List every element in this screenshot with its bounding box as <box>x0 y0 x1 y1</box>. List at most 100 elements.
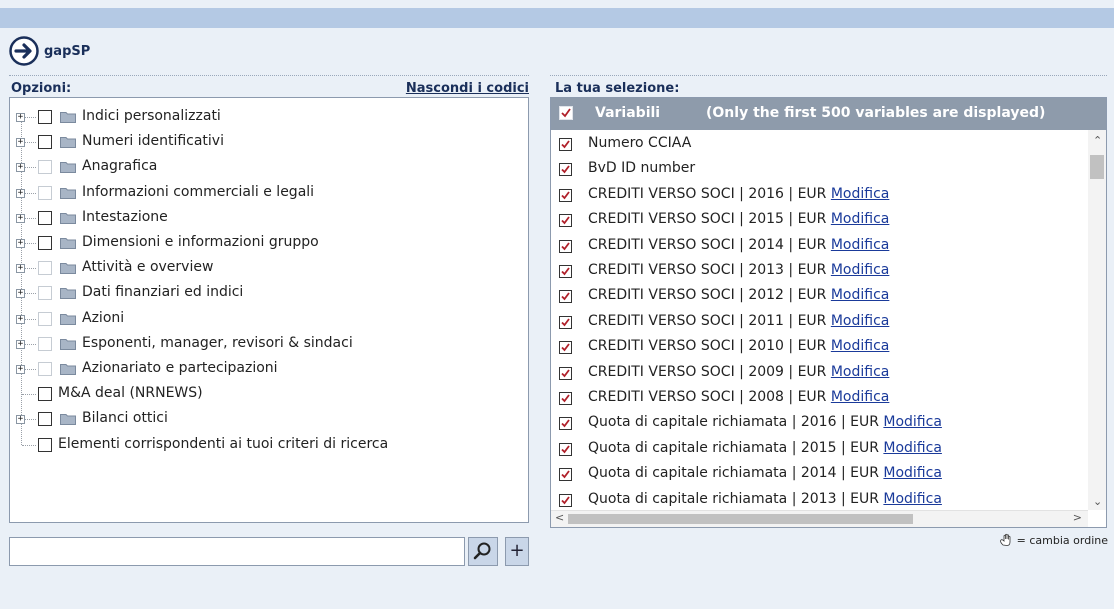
expand-icon[interactable]: + <box>16 365 25 374</box>
variable-checkbox[interactable] <box>559 392 572 405</box>
variable-row[interactable]: CREDITI VERSO SOCI | 2010 | EUR Modifica <box>551 335 1086 360</box>
tree-item[interactable]: Elementi corrispondenti ai tuoi criteri … <box>10 434 528 456</box>
expand-icon[interactable]: + <box>16 314 25 324</box>
vertical-scrollbar[interactable]: ⌃ ⌄ <box>1088 130 1106 510</box>
select-all-checkbox[interactable] <box>559 106 573 120</box>
edit-link[interactable]: Modifica <box>831 287 890 303</box>
scroll-left-icon[interactable]: < <box>555 511 564 524</box>
variable-row[interactable]: Quota di capitale richiamata | 2014 | EU… <box>551 462 1086 487</box>
edit-link[interactable]: Modifica <box>883 491 942 507</box>
edit-link[interactable]: Modifica <box>831 262 890 278</box>
scroll-thumb-horizontal[interactable] <box>568 514 913 524</box>
edit-link[interactable]: Modifica <box>831 389 890 405</box>
variable-text: CREDITI VERSO SOCI | 2013 | EUR <box>588 262 827 278</box>
variable-checkbox[interactable] <box>559 442 572 456</box>
variable-row[interactable]: CREDITI VERSO SOCI | 2011 | EUR Modifica <box>551 310 1086 335</box>
scroll-thumb-vertical[interactable] <box>1090 155 1104 179</box>
variable-label: CREDITI VERSO SOCI | 2016 | EUR Modifica <box>588 186 889 202</box>
variable-checkbox[interactable] <box>559 188 572 202</box>
tree-item[interactable]: + Dimensioni e informazioni gruppo <box>10 232 528 254</box>
variable-row[interactable]: BvD ID number <box>551 157 1086 182</box>
edit-link[interactable]: Modifica <box>831 338 890 354</box>
expand-icon[interactable]: + <box>16 138 25 148</box>
expand-icon[interactable]: + <box>16 289 25 299</box>
variable-checkbox[interactable] <box>559 163 572 177</box>
search-box[interactable] <box>9 537 465 566</box>
variable-checkbox[interactable] <box>559 493 572 507</box>
variable-row[interactable]: CREDITI VERSO SOCI | 2014 | EUR Modifica <box>551 234 1086 259</box>
variable-row[interactable]: CREDITI VERSO SOCI | 2008 | EUR Modifica <box>551 386 1086 411</box>
variable-checkbox[interactable] <box>559 138 572 151</box>
edit-link[interactable]: Modifica <box>883 414 942 430</box>
expand-icon[interactable]: + <box>16 188 25 198</box>
scroll-down-icon[interactable]: ⌄ <box>1093 495 1102 508</box>
variable-label: Quota di capitale richiamata | 2015 | EU… <box>588 440 942 456</box>
options-title: Opzioni: <box>11 81 72 96</box>
tree-item[interactable]: + Numeri identificativi <box>10 131 528 153</box>
tree-item[interactable]: + Informazioni commerciali e legali <box>10 182 528 204</box>
tree-item[interactable]: + Intestazione <box>10 207 528 229</box>
variable-row[interactable]: CREDITI VERSO SOCI | 2015 | EUR Modifica <box>551 208 1086 233</box>
tree-item-checkbox[interactable] <box>38 210 52 225</box>
tree-item-checkbox[interactable] <box>38 387 52 402</box>
hide-codes-link[interactable]: Nascondi i codici <box>406 81 529 96</box>
tree-item-label: Attività e overview <box>82 259 214 276</box>
folder-icon <box>60 364 76 375</box>
scroll-right-icon[interactable]: > <box>1073 511 1082 524</box>
variable-checkbox[interactable] <box>559 290 572 304</box>
brand[interactable]: gapSP <box>9 35 90 67</box>
tree-item[interactable]: + Attività e overview <box>10 257 528 279</box>
variable-checkbox[interactable] <box>559 468 572 482</box>
variable-checkbox[interactable] <box>559 341 572 355</box>
tree-item[interactable]: + Esponenti, manager, revisori & sindaci <box>10 333 528 355</box>
tree-item-checkbox[interactable] <box>38 236 52 250</box>
tree-item[interactable]: + Bilanci ottici <box>10 408 528 430</box>
tree-item-checkbox[interactable] <box>38 412 52 427</box>
variable-checkbox[interactable] <box>559 417 572 431</box>
variable-row[interactable]: CREDITI VERSO SOCI | 2016 | EUR Modifica <box>551 183 1086 208</box>
tree-item[interactable]: + Anagrafica <box>10 156 528 178</box>
variable-label: Numero CCIAA <box>588 135 691 151</box>
tree-item-checkbox[interactable] <box>38 110 52 124</box>
search-input[interactable] <box>10 538 464 565</box>
variable-checkbox[interactable] <box>559 265 572 278</box>
divider-right <box>550 75 1107 76</box>
variable-checkbox[interactable] <box>559 315 572 329</box>
expand-icon[interactable]: + <box>16 163 25 173</box>
expand-icon[interactable]: + <box>16 264 25 274</box>
edit-link[interactable]: Modifica <box>831 211 890 227</box>
tree-item-checkbox[interactable] <box>38 135 52 150</box>
variable-row[interactable]: CREDITI VERSO SOCI | 2013 | EUR Modifica <box>551 259 1086 284</box>
variable-row[interactable]: Quota di capitale richiamata | 2015 | EU… <box>551 437 1086 462</box>
add-button[interactable]: + <box>505 537 529 566</box>
expand-icon[interactable]: + <box>16 213 25 223</box>
edit-link[interactable]: Modifica <box>831 186 890 202</box>
scroll-up-icon[interactable]: ⌃ <box>1093 134 1102 147</box>
variable-row[interactable]: Numero CCIAA <box>551 132 1086 157</box>
variable-row[interactable]: CREDITI VERSO SOCI | 2009 | EUR Modifica <box>551 361 1086 386</box>
variable-row[interactable]: Quota di capitale richiamata | 2013 | EU… <box>551 488 1086 513</box>
variable-row[interactable]: CREDITI VERSO SOCI | 2012 | EUR Modifica <box>551 284 1086 309</box>
variable-text: CREDITI VERSO SOCI | 2008 | EUR <box>588 389 827 405</box>
edit-link[interactable]: Modifica <box>831 237 890 253</box>
expand-icon[interactable]: + <box>16 339 25 349</box>
edit-link[interactable]: Modifica <box>883 440 942 456</box>
variable-checkbox[interactable] <box>559 214 572 228</box>
variable-row[interactable]: Quota di capitale richiamata | 2016 | EU… <box>551 411 1086 436</box>
expand-icon[interactable]: + <box>16 415 25 425</box>
variable-checkbox[interactable] <box>559 239 572 253</box>
edit-link[interactable]: Modifica <box>831 364 890 380</box>
horizontal-scrollbar[interactable]: < > <box>551 510 1088 527</box>
variable-checkbox[interactable] <box>559 366 572 380</box>
edit-link[interactable]: Modifica <box>883 465 942 481</box>
expand-icon[interactable]: + <box>16 239 25 248</box>
search-button[interactable] <box>468 537 498 566</box>
tree-item[interactable]: + Dati finanziari ed indici <box>10 282 528 304</box>
expand-icon[interactable]: + <box>16 113 25 122</box>
tree-item[interactable]: + Azionariato e partecipazioni <box>10 358 528 380</box>
tree-item[interactable]: + Azioni <box>10 308 528 330</box>
tree-item-checkbox[interactable] <box>38 437 52 452</box>
tree-item[interactable]: M&A deal (NRNEWS) <box>10 383 528 405</box>
edit-link[interactable]: Modifica <box>831 313 890 329</box>
tree-item[interactable]: + Indici personalizzati <box>10 106 528 128</box>
